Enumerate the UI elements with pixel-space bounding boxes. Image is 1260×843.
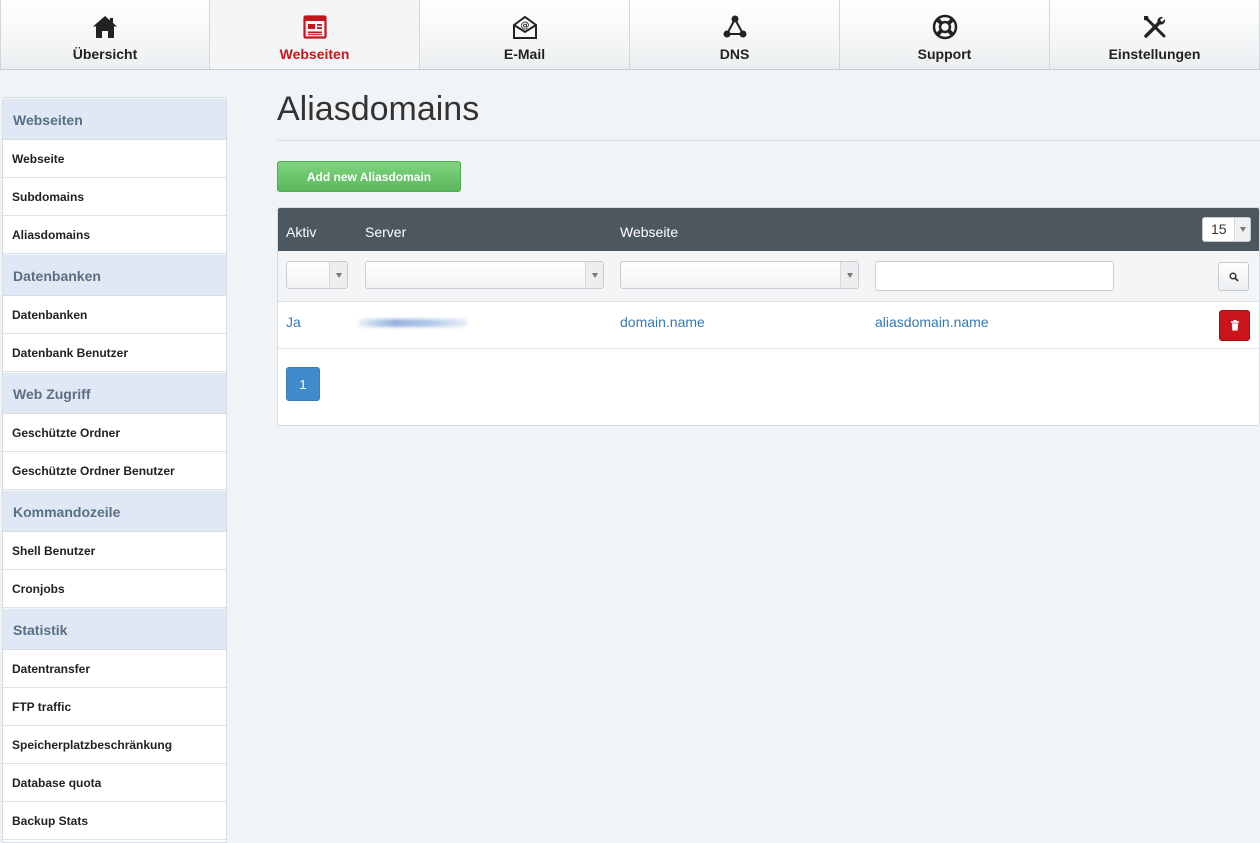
- row-aktiv-value[interactable]: Ja: [286, 313, 301, 331]
- nav-tab-uebersicht[interactable]: Übersicht: [0, 0, 210, 69]
- nav-tab-support[interactable]: Support: [840, 0, 1050, 69]
- chevron-down-icon: [840, 262, 858, 288]
- sidebar-header-web-zugriff: Web Zugriff: [3, 372, 226, 414]
- chevron-down-icon: [1234, 218, 1250, 241]
- sidebar-header-kommandozeile: Kommandozeile: [3, 490, 226, 532]
- sidebar-item-geschuetzte-ordner[interactable]: Geschützte Ordner: [3, 414, 226, 452]
- filter-aliasdomain-input[interactable]: [875, 261, 1114, 291]
- sidebar-item-datenbanken[interactable]: Datenbanken: [3, 296, 226, 334]
- column-header-webseite[interactable]: Webseite: [620, 208, 678, 256]
- row-aliasdomain-value[interactable]: aliasdomain.name: [875, 313, 989, 331]
- table-header: Aktiv Server Webseite 15: [278, 208, 1259, 251]
- add-aliasdomain-button[interactable]: Add new Aliasdomain: [277, 161, 461, 192]
- pagination-page-1[interactable]: 1: [286, 367, 320, 401]
- nav-tab-dns[interactable]: DNS: [630, 0, 840, 69]
- sidebar-header-webseiten: Webseiten: [3, 98, 226, 140]
- sidebar-item-shell-benutzer[interactable]: Shell Benutzer: [3, 532, 226, 570]
- svg-text:@: @: [520, 21, 529, 31]
- sidebar: Webseiten Webseite Subdomains Aliasdomai…: [2, 97, 227, 843]
- search-button[interactable]: [1218, 262, 1249, 291]
- sidebar-header-statistik: Statistik: [3, 608, 226, 650]
- chevron-down-icon: [329, 262, 347, 288]
- sidebar-item-datenbank-benutzer[interactable]: Datenbank Benutzer: [3, 334, 226, 372]
- column-header-aktiv[interactable]: Aktiv: [286, 208, 316, 256]
- nav-tab-email[interactable]: @ E-Mail: [420, 0, 630, 69]
- home-icon: [93, 16, 117, 38]
- sidebar-item-geschuetzte-ordner-benutzer[interactable]: Geschützte Ordner Benutzer: [3, 452, 226, 490]
- tools-icon: [1143, 16, 1165, 38]
- nav-label-uebersicht: Übersicht: [72, 46, 138, 62]
- filter-server-select[interactable]: [365, 261, 604, 289]
- per-page-value: 15: [1211, 221, 1227, 237]
- row-server-value-redacted[interactable]: [358, 319, 468, 327]
- sidebar-item-subdomains[interactable]: Subdomains: [3, 178, 226, 216]
- dns-icon: [723, 15, 746, 38]
- search-icon: [1228, 271, 1239, 282]
- nav-label-support: Support: [917, 46, 972, 62]
- sidebar-header-datenbanken: Datenbanken: [3, 254, 226, 296]
- sidebar-item-ftp-traffic[interactable]: FTP traffic: [3, 688, 226, 726]
- nav-tab-webseiten[interactable]: Webseiten: [210, 0, 420, 69]
- lifebuoy-icon: [932, 14, 957, 40]
- email-icon: @: [512, 15, 537, 39]
- top-navigation: Übersicht Webseiten @ E-Mail DNS Support…: [0, 0, 1260, 70]
- sidebar-item-webseite[interactable]: Webseite: [3, 140, 226, 178]
- sidebar-item-database-quota[interactable]: Database quota: [3, 764, 226, 802]
- per-page-select[interactable]: 15: [1202, 217, 1251, 242]
- delete-button[interactable]: [1219, 310, 1250, 341]
- column-header-server[interactable]: Server: [365, 208, 406, 256]
- filter-webseite-select[interactable]: [620, 261, 859, 289]
- nav-label-webseiten: Webseiten: [279, 46, 350, 62]
- sidebar-item-speicherplatzbeschraenkung[interactable]: Speicherplatzbeschränkung: [3, 726, 226, 764]
- sidebar-item-aliasdomains[interactable]: Aliasdomains: [3, 216, 226, 254]
- sidebar-item-datentransfer[interactable]: Datentransfer: [3, 650, 226, 688]
- page-title: Aliasdomains: [277, 90, 480, 128]
- sidebar-item-cronjobs[interactable]: Cronjobs: [3, 570, 226, 608]
- nav-tab-einstellungen[interactable]: Einstellungen: [1050, 0, 1260, 69]
- chevron-down-icon: [585, 262, 603, 288]
- nav-label-email: E-Mail: [503, 46, 546, 62]
- filter-aktiv-select[interactable]: [286, 261, 348, 289]
- website-icon: [302, 15, 327, 39]
- sidebar-item-backup-stats[interactable]: Backup Stats: [3, 802, 226, 840]
- aliasdomain-table-panel: Aktiv Server Webseite 15 Ja domain.name: [277, 207, 1260, 426]
- title-divider: [277, 140, 1260, 141]
- trash-icon: [1230, 320, 1239, 331]
- nav-label-einstellungen: Einstellungen: [1108, 46, 1201, 62]
- nav-label-dns: DNS: [719, 46, 750, 62]
- table-row: Ja domain.name aliasdomain.name: [278, 302, 1259, 349]
- row-webseite-value[interactable]: domain.name: [620, 313, 705, 331]
- filter-row: [278, 251, 1259, 302]
